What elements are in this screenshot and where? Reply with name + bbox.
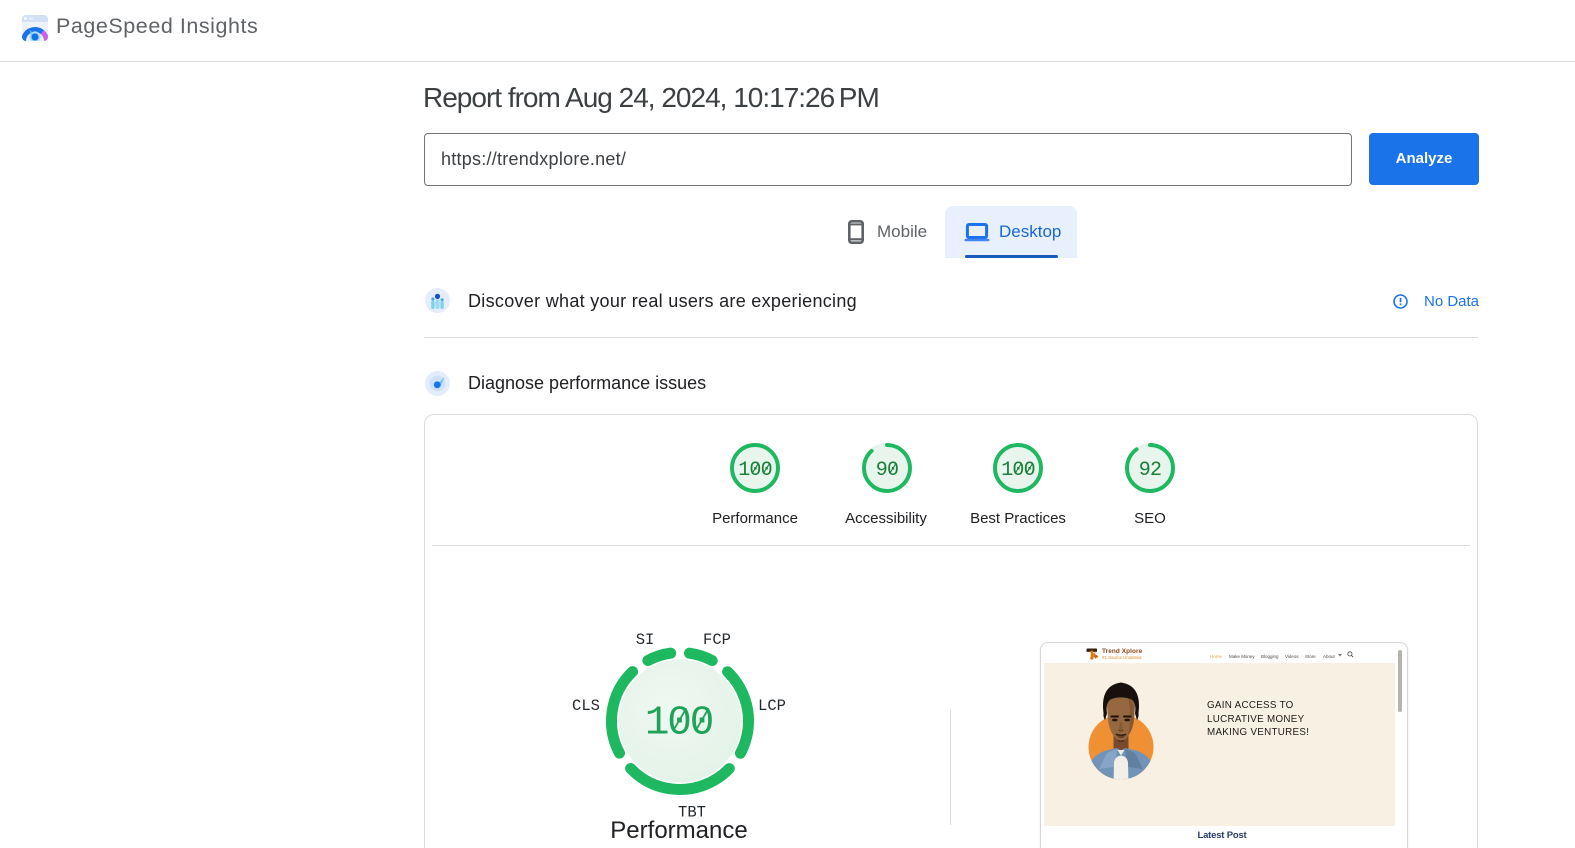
svg-text:SI: SI xyxy=(636,631,655,649)
svg-text:90: 90 xyxy=(876,459,898,482)
svg-text:FCP: FCP xyxy=(703,631,731,649)
svg-text:100: 100 xyxy=(645,701,713,747)
svg-text:100: 100 xyxy=(1001,459,1035,482)
svg-text:LCP: LCP xyxy=(758,697,786,715)
svg-text:100: 100 xyxy=(738,459,772,482)
svg-text:92: 92 xyxy=(1139,459,1161,482)
svg-text:CLS: CLS xyxy=(572,697,600,715)
